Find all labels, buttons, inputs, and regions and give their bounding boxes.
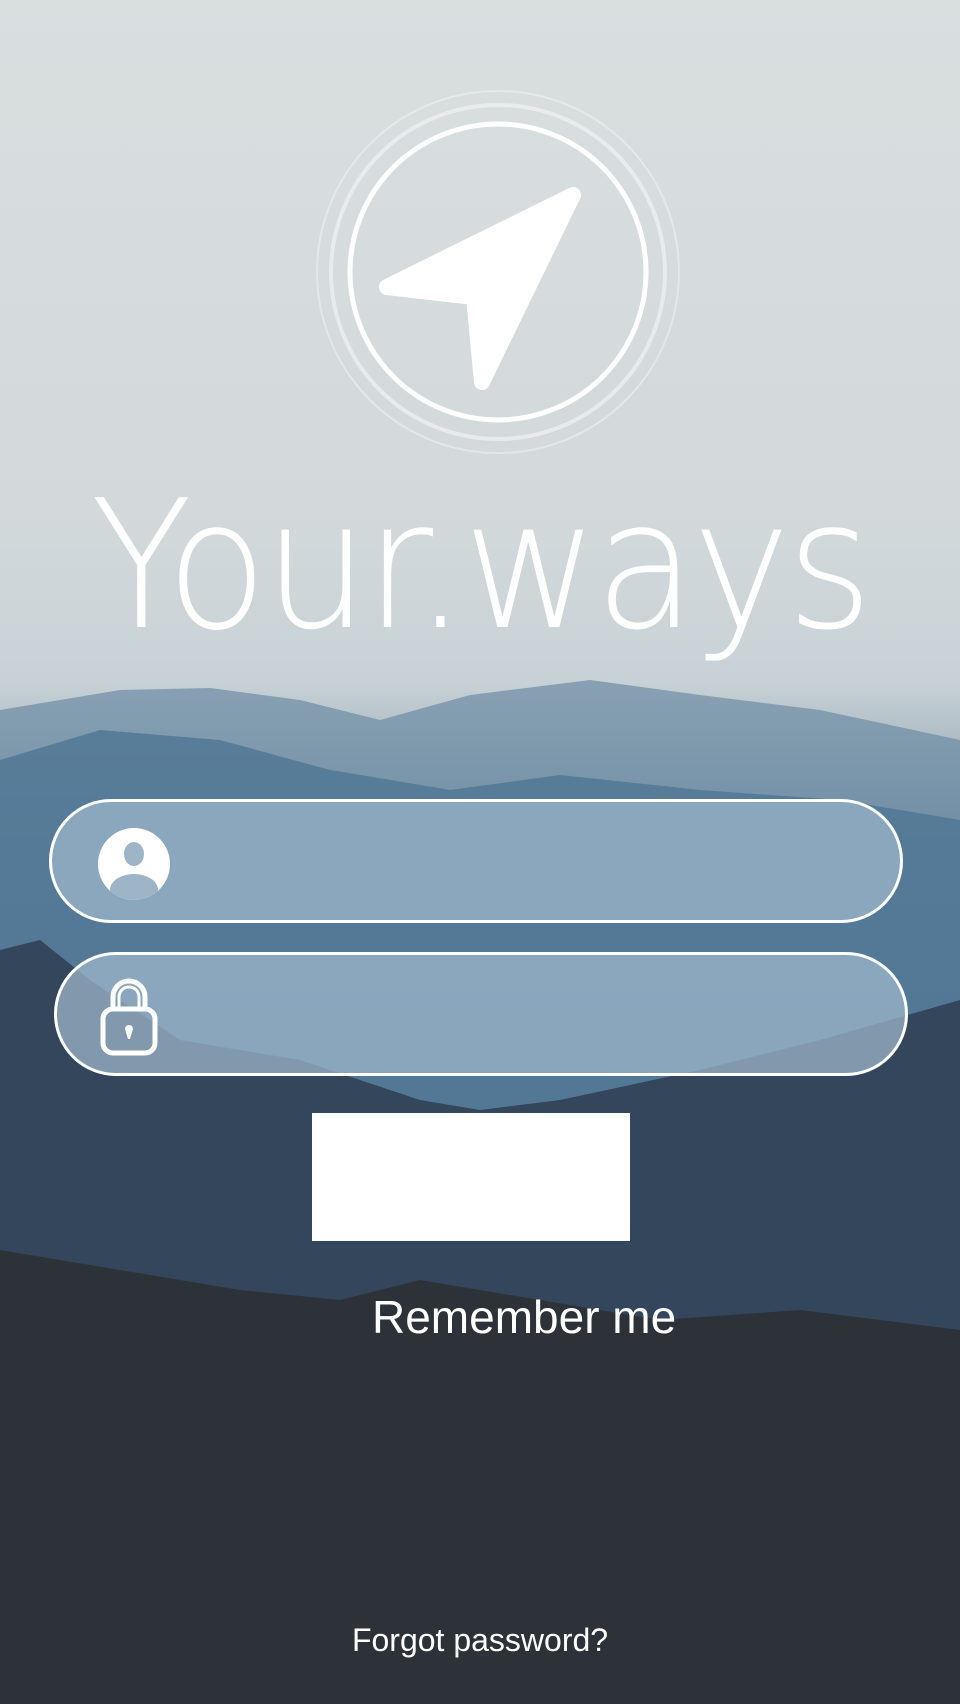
password-input[interactable] bbox=[197, 985, 855, 1047]
forgot-password-link[interactable]: Forgot password? bbox=[0, 1622, 960, 1659]
username-field[interactable] bbox=[49, 799, 903, 923]
username-input[interactable] bbox=[192, 832, 850, 894]
login-button[interactable] bbox=[312, 1113, 630, 1241]
app-title: Your.ways bbox=[90, 462, 873, 669]
navigation-arrow-icon bbox=[316, 90, 680, 454]
remember-me-toggle[interactable]: Remember me bbox=[372, 1290, 676, 1344]
user-icon bbox=[98, 828, 170, 900]
password-field[interactable] bbox=[54, 952, 908, 1076]
lock-icon bbox=[100, 978, 158, 1056]
